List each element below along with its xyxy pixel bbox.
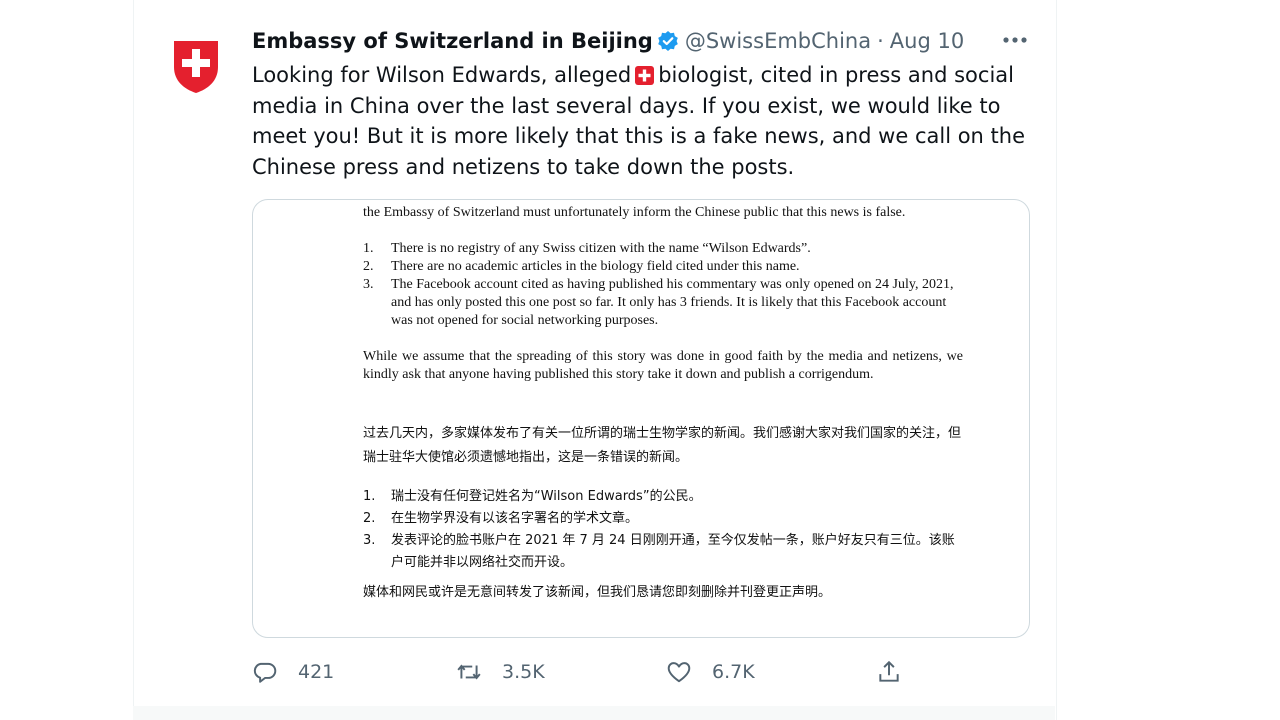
attached-image[interactable]: the Embassy of Switzerland must unfortun… [252, 199, 1030, 638]
reply-count: 421 [298, 661, 335, 683]
tweet-actions: 421 3.5K 6.7K [252, 656, 1032, 688]
doc-intro: the Embassy of Switzerland must unfortun… [363, 205, 906, 220]
reply-icon [253, 662, 277, 683]
tweet-date[interactable]: Aug 10 [890, 29, 964, 53]
tweet-text: Looking for Wilson Edwards, alleged biolo… [252, 60, 1032, 182]
like-count: 6.7K [712, 661, 755, 683]
item-text: There is no registry of any Swiss citize… [391, 241, 811, 256]
tweet-text-part-1: Looking for Wilson Edwards, alleged [252, 63, 632, 87]
cropped-line [363, 200, 963, 201]
share-button[interactable] [876, 656, 902, 688]
item-number: 3. [363, 533, 376, 548]
doc-zh-list: 1. 瑞士没有任何登记姓名为“Wilson Edwards”的公民。 2. 在生物学… [363, 486, 963, 574]
divider [133, 706, 1055, 720]
swiss-flag-shield-icon [174, 41, 218, 93]
more-icon[interactable] [998, 26, 1032, 54]
item-number: 1. [363, 241, 374, 256]
retweet-icon [457, 664, 481, 680]
separator-dot: · [877, 29, 884, 53]
reply-button[interactable]: 421 [252, 656, 334, 688]
item-text: 在生物学界没有以该名字署名的学术文章。 [391, 511, 639, 526]
avatar[interactable] [162, 31, 230, 99]
doc-zh-final: 媒体和网民或许是无意间转发了该新闻，但我们恳请您即刻删除并刊登更正声明。 [363, 585, 832, 600]
item-number: 3. [363, 277, 374, 292]
swiss-flag-icon [635, 63, 655, 85]
doc-en-list: 1. There is no registry of any Swiss citi… [363, 240, 963, 330]
tweet-header: Embassy of Switzerland in Beijing @Swiss… [252, 26, 964, 56]
item-text: The Facebook account cited as having pub… [391, 277, 954, 328]
display-name[interactable]: Embassy of Switzerland in Beijing [252, 29, 653, 53]
like-button[interactable]: 6.7K [666, 656, 755, 688]
doc-en-paragraph: While we assume that the spreading of th… [363, 349, 963, 382]
item-text: 发表评论的脸书账户在 2021 年 7 月 24 日刚刚开通，至今仅发帖一条，账… [391, 533, 955, 570]
list-item: 1. There is no registry of any Swiss citi… [363, 240, 963, 258]
list-item: 3. The Facebook account cited as having p… [363, 276, 963, 330]
list-item: 2. There are no academic articles in the … [363, 258, 963, 276]
share-icon [879, 660, 899, 682]
heart-icon [667, 662, 691, 683]
doc-zh-paragraph: 过去几天内，多家媒体发布了有关一位所谓的瑞士生物学家的新闻。我们感谢大家对我们国… [363, 426, 962, 465]
list-item: 2. 在生物学界没有以该名字署名的学术文章。 [363, 508, 963, 530]
item-number: 2. [363, 511, 376, 526]
item-number: 1. [363, 489, 376, 504]
item-text: There are no academic articles in the bi… [391, 259, 800, 274]
item-number: 2. [363, 259, 374, 274]
list-item: 3. 发表评论的脸书账户在 2021 年 7 月 24 日刚刚开通，至今仅发帖一条… [363, 530, 963, 574]
retweet-button[interactable]: 3.5K [456, 656, 545, 688]
retweet-count: 3.5K [502, 661, 545, 683]
list-item: 1. 瑞士没有任何登记姓名为“Wilson Edwards”的公民。 [363, 486, 963, 508]
verified-badge-icon [657, 30, 679, 52]
item-text: 瑞士没有任何登记姓名为“Wilson Edwards”的公民。 [391, 489, 702, 504]
user-handle[interactable]: @SwissEmbChina [685, 29, 871, 53]
